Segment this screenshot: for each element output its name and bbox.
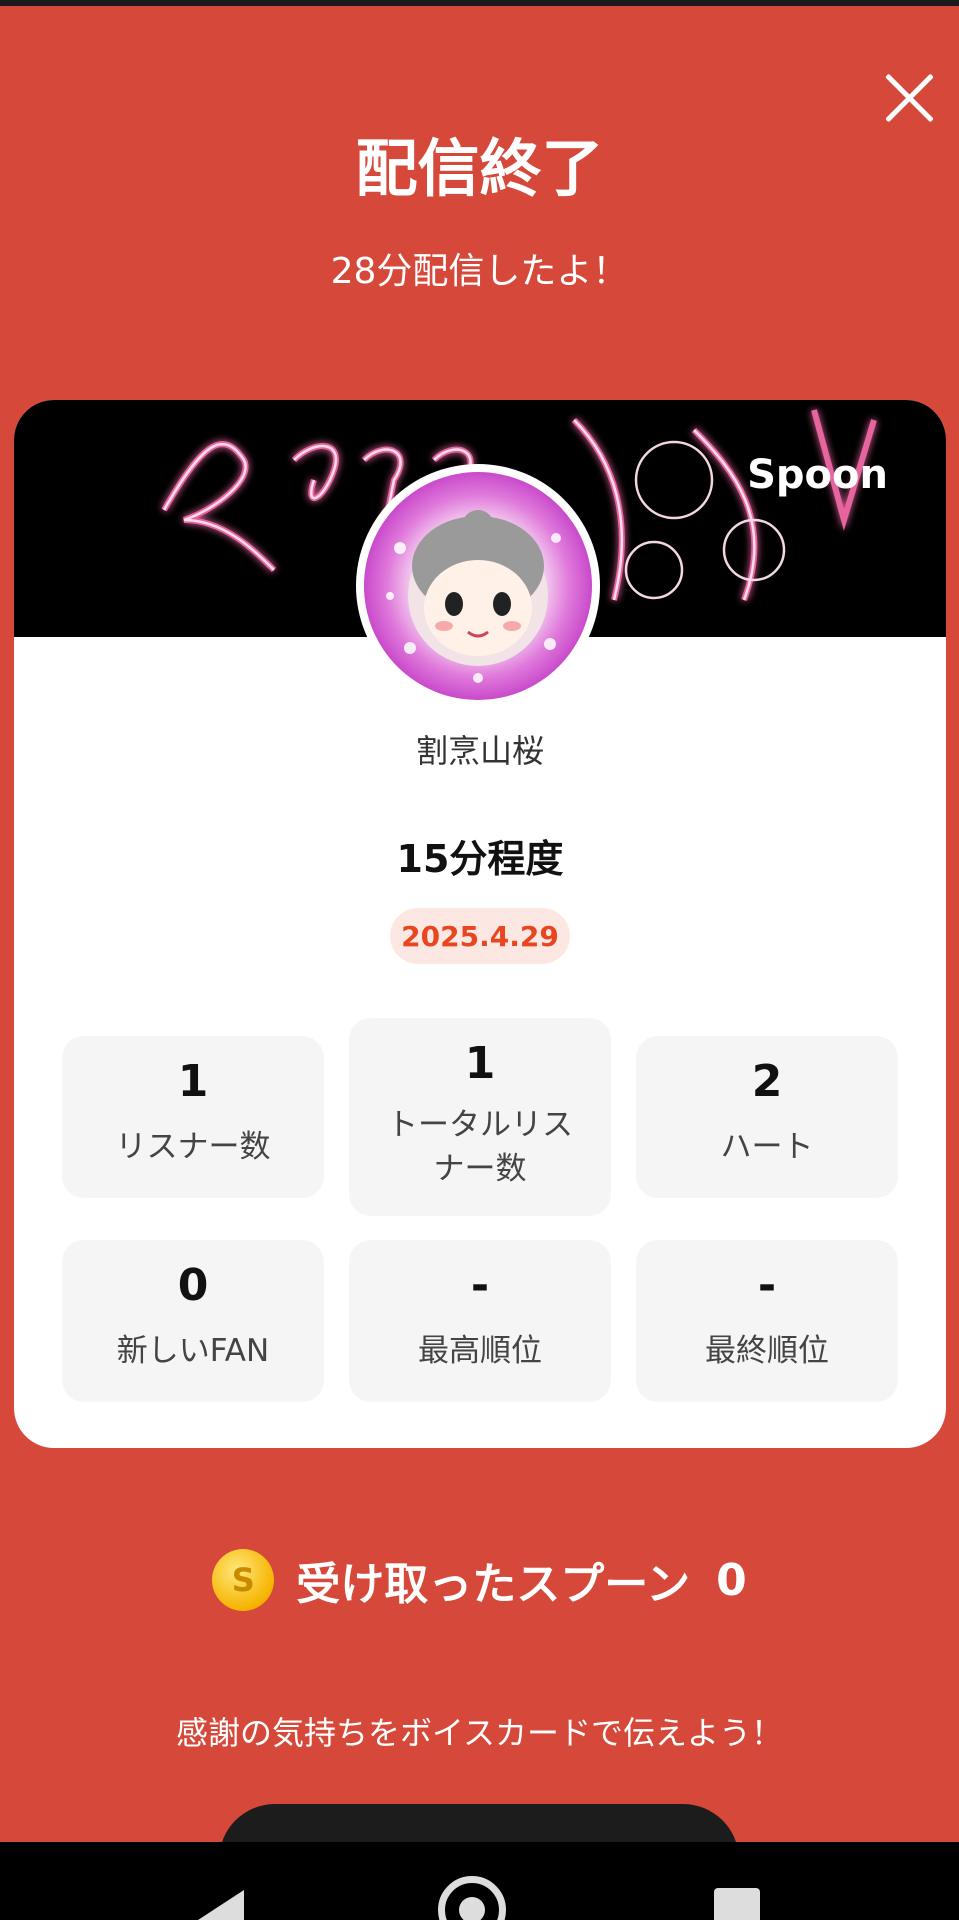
status-bar: [0, 0, 959, 6]
stat-label: ハート: [720, 1129, 814, 1165]
stat-value: 2: [751, 1056, 783, 1107]
received-spoons-count: 0: [716, 1554, 747, 1606]
listening-duration: 15分程度: [396, 837, 564, 881]
home-circle-icon[interactable]: [438, 1876, 506, 1920]
stat-value: -: [757, 1260, 777, 1311]
back-triangle-icon[interactable]: [198, 1890, 244, 1920]
received-spoons: S 受け取ったスプーン 0: [0, 1540, 959, 1620]
spoon-coin-icon: S: [212, 1549, 275, 1611]
date-badge: 2025.4.29: [390, 908, 570, 964]
stat-total-listeners: 1 トータルリス ナー数: [349, 1018, 611, 1216]
received-spoons-label: 受け取ったスプーン: [296, 1559, 691, 1610]
voice-card-message: 感謝の気持ちをボイスカードで伝えよう！: [175, 1714, 784, 1752]
avatar-illustration: [364, 472, 592, 700]
stat-listeners: 1 リスナー数: [62, 1036, 324, 1198]
stat-value: 1: [177, 1056, 209, 1107]
system-navigation-bar: [0, 1842, 959, 1920]
avatar[interactable]: [360, 468, 596, 704]
stat-highest-rank: - 最高順位: [349, 1240, 611, 1402]
stat-label: 最高順位: [418, 1333, 542, 1369]
broadcast-summary-card: Spoon 割烹山桜 15分程度 2025.4.29 1 リスナー数 1 トータ…: [14, 400, 946, 1448]
stat-value: 1: [464, 1038, 496, 1089]
stat-new-fans: 0 新しいFAN: [62, 1240, 324, 1402]
stat-value: -: [470, 1260, 490, 1311]
page-title: 配信終了: [355, 132, 604, 205]
stat-label-line2: ナー数: [433, 1151, 527, 1187]
stat-label: 最終順位: [705, 1333, 829, 1369]
user-name: 割烹山桜: [415, 732, 544, 770]
stat-label: 新しいFAN: [116, 1333, 270, 1369]
stat-value: 0: [177, 1260, 209, 1311]
stat-final-rank: - 最終順位: [636, 1240, 898, 1402]
broadcast-time-text: 28分配信したよ！: [330, 251, 629, 292]
spoon-logo: Spoon: [747, 452, 888, 498]
recent-square-icon[interactable]: [714, 1888, 760, 1920]
stat-label-line1: トータルリス: [387, 1107, 573, 1143]
stat-label: リスナー数: [115, 1129, 271, 1165]
stat-hearts: 2 ハート: [636, 1036, 898, 1198]
